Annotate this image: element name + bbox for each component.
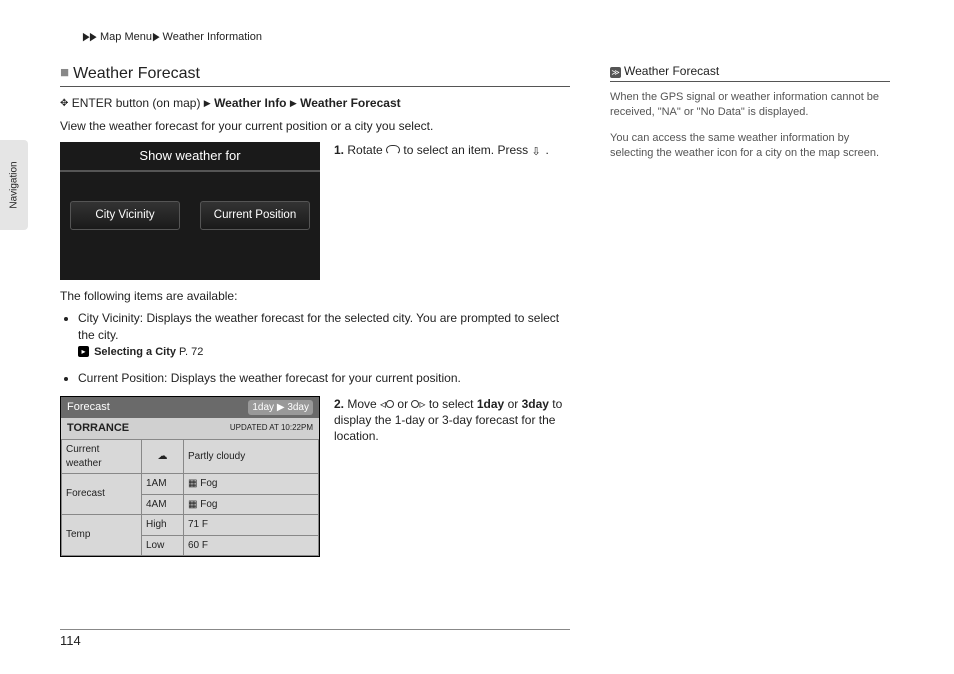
side-note: You can access the same weather informat… (610, 131, 890, 162)
table-row: Current weather ☁ Partly cloudy (62, 440, 319, 474)
page-number: 114 (60, 632, 81, 650)
step-text: Rotate (347, 143, 382, 157)
press-button-icon (531, 143, 545, 154)
screen2-header-title: Forecast (67, 400, 110, 416)
intro-text: View the weather forecast for your curre… (60, 118, 570, 134)
table-row: Forecast 1AM ▦ Fog (62, 474, 319, 495)
step-text: or (397, 397, 408, 411)
step-strong: 1day (477, 397, 504, 411)
path-arrow-icon: ▶ (290, 97, 297, 109)
forecast-value: ▦ Fog (184, 494, 319, 515)
forecast-table: Current weather ☁ Partly cloudy Forecast… (61, 439, 319, 556)
item-text: : Displays the weather forecast for your… (164, 371, 461, 385)
table-row: Temp High 71 F (62, 515, 319, 536)
breadcrumb-arrow-icon: ▶ (83, 30, 90, 45)
breadcrumb-arrow-icon: ▶ (90, 30, 97, 45)
breadcrumb: ▶▶ Map Menu▶ Weather Information (82, 30, 894, 45)
step-number: 2. (334, 397, 344, 411)
move-left-icon: ◃ (380, 397, 394, 411)
step-number: 1. (334, 143, 344, 157)
temp-high-label: High (142, 515, 184, 536)
cross-ref-title: Selecting a City (94, 346, 176, 358)
screen2-tabs: 1day ▶ 3day (248, 400, 313, 416)
temp-high-value: 71 F (184, 515, 319, 536)
item-term: City Vicinity (78, 311, 140, 325)
breadcrumb-arrow-icon: ▶ (153, 30, 160, 45)
forecast-row-label: Temp (62, 515, 142, 556)
item-text: : Displays the weather forecast for the … (78, 311, 559, 341)
screen2-updated: UPDATED AT 10:22PM (230, 423, 313, 434)
section-title: ■Weather Forecast (60, 63, 570, 88)
step-1: 1. Rotate to select an item. Press . (334, 142, 570, 158)
step-text: or (508, 397, 519, 411)
step-text: . (545, 143, 548, 157)
screen1-title: Show weather for (60, 142, 320, 172)
breadcrumb-item: Map Menu (100, 31, 152, 43)
footer-rule (60, 629, 570, 630)
screen1-option-city-vicinity: City Vicinity (70, 201, 180, 231)
item-term: Current Position (78, 371, 164, 385)
available-label: The following items are available: (60, 288, 570, 304)
screenshot-show-weather: Show weather for City Vicinity Current P… (60, 142, 320, 280)
note-icon: ≫ (610, 67, 621, 78)
side-note: When the GPS signal or weather informati… (610, 90, 890, 121)
path-item: Weather Info (214, 96, 286, 110)
path-item: Weather Forecast (300, 96, 400, 110)
side-tab-navigation: Navigation (0, 140, 28, 230)
side-title-text: Weather Forecast (624, 64, 719, 78)
list-item: City Vicinity: Displays the weather fore… (78, 310, 570, 359)
screen1-option-current-position: Current Position (200, 201, 310, 231)
square-bullet-icon: ■ (60, 64, 69, 81)
cross-ref-page: P. 72 (179, 346, 203, 358)
nav-path: ENTER button (on map) ▶ Weather Info ▶ W… (60, 95, 570, 112)
section-title-text: Weather Forecast (73, 65, 200, 82)
move-right-icon: ▹ (411, 397, 425, 411)
step-2: 2. Move ◃ or ▹ to select 1day or 3day to… (334, 396, 570, 445)
step-text: Move (347, 397, 376, 411)
forecast-time: 1AM (142, 474, 184, 495)
side-tab-label: Navigation (7, 161, 21, 208)
forecast-currentweather: Partly cloudy (184, 440, 319, 474)
forecast-row-label: Current weather (62, 440, 142, 474)
rotate-dial-icon (386, 144, 400, 155)
screenshot-forecast-table: Forecast 1day ▶ 3day TORRANCE UPDATED AT… (60, 396, 320, 557)
weather-icon: ☁ (142, 440, 184, 474)
screen2-tab-3day: 3day (287, 402, 309, 413)
tab-arrow-icon: ▶ (277, 402, 285, 413)
forecast-time: 4AM (142, 494, 184, 515)
forecast-row-label: Forecast (62, 474, 142, 515)
side-title: ≫Weather Forecast (610, 63, 890, 82)
forecast-value: ▦ Fog (184, 474, 319, 495)
temp-low-value: 60 F (184, 535, 319, 556)
enter-icon (60, 96, 68, 110)
screen2-city: TORRANCE (67, 421, 129, 436)
screen2-tab-1day: 1day (252, 402, 274, 413)
path-arrow-icon: ▶ (204, 97, 211, 109)
path-prefix: ENTER button (on map) (72, 96, 201, 110)
breadcrumb-item: Weather Information (163, 31, 262, 43)
link-icon: ▸ (78, 346, 89, 357)
temp-low-label: Low (142, 535, 184, 556)
step-text: to select an item. Press (403, 143, 528, 157)
cross-ref: ▸ Selecting a City P. 72 (78, 345, 570, 360)
step-strong: 3day (522, 397, 549, 411)
list-item: Current Position: Displays the weather f… (78, 370, 570, 386)
step-text: to select (429, 397, 474, 411)
